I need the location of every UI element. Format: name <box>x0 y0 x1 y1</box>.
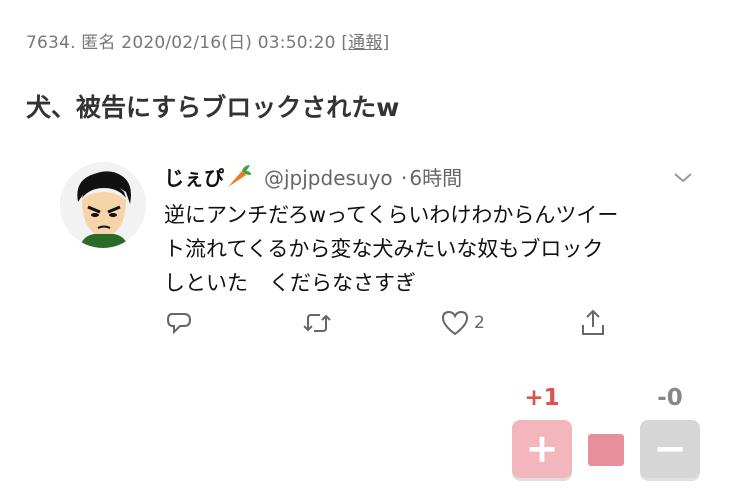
like-button[interactable]: 2 <box>440 308 485 338</box>
report-link[interactable]: 通報 <box>348 33 382 53</box>
tweet-header: じぇぴ @jpjpdesuyo · 6時間 <box>164 162 462 191</box>
post-datetime: 2020/02/16(日) 03:50:20 <box>121 33 336 53</box>
tweet-text-line: 逆にアンチだろwってくらいわけわからんツイー <box>164 203 619 227</box>
like-count: 2 <box>474 313 485 333</box>
reply-icon <box>166 313 192 335</box>
tweet-text-line: ト流れてくるから変な犬みたいな奴もブロック <box>164 237 604 261</box>
share-button[interactable] <box>578 308 608 338</box>
vote-ratio-bar <box>588 434 624 466</box>
retweet-button[interactable] <box>302 308 332 338</box>
tweet-separator: · <box>401 166 408 190</box>
minus-vote-button[interactable]: − <box>640 420 700 478</box>
report-bracket-close: ] <box>382 33 390 53</box>
minus-vote-count: -0 <box>657 385 683 411</box>
carrot-icon <box>228 165 251 187</box>
tweet-time[interactable]: 6時間 <box>409 166 462 190</box>
post-author: 匿名 <box>81 33 116 53</box>
plus-icon: + <box>525 426 559 472</box>
retweet-icon <box>303 314 331 332</box>
reply-button[interactable] <box>164 308 194 338</box>
post-number: 7634. <box>26 33 76 53</box>
tweet-text: 逆にアンチだろwってくらいわけわからんツイー ト流れてくるから変な犬みたいな奴も… <box>164 198 684 300</box>
tweet-handle[interactable]: @jpjpdesuyo <box>264 166 393 190</box>
chevron-down-icon[interactable] <box>672 166 694 188</box>
like-icon <box>441 310 469 336</box>
share-icon <box>582 309 604 335</box>
tweet-text-line: しといた くだらなさすぎ <box>164 271 416 295</box>
tweet-actions: 2 <box>164 308 624 338</box>
post-title: 犬、被告にすらブロックされたw <box>26 93 400 122</box>
tweet-author-name-text: じぇぴ <box>164 166 224 190</box>
embedded-tweet[interactable]: じぇぴ @jpjpdesuyo · 6時間 逆にアンチだろwってくらいわけわからんツ… <box>60 150 710 350</box>
plus-vote-count: +1 <box>524 385 560 411</box>
post-meta: 7634. 匿名 2020/02/16(日) 03:50:20 [通報] <box>26 28 389 53</box>
avatar[interactable] <box>60 162 146 248</box>
avatar-face-image <box>60 162 146 248</box>
plus-vote-button[interactable]: + <box>512 420 572 478</box>
minus-icon: − <box>653 426 687 472</box>
tweet-author-name[interactable]: じぇぴ <box>164 165 252 190</box>
